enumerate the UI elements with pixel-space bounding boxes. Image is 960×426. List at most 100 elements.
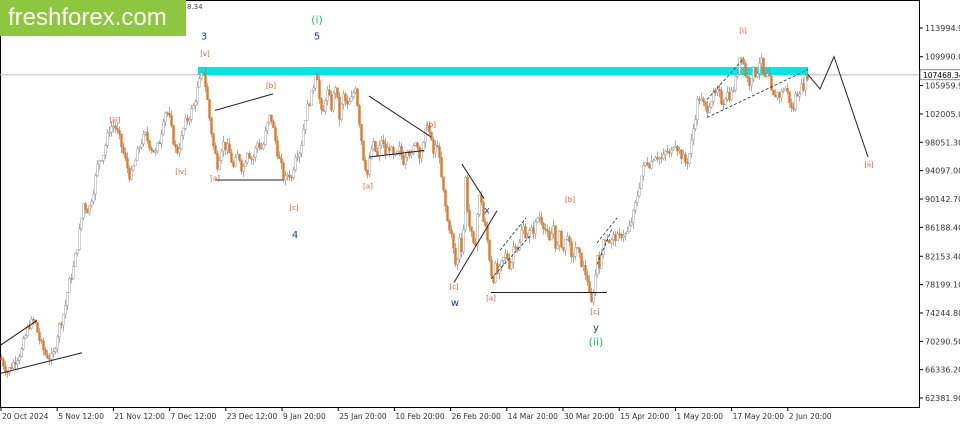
wave-red-label: [b]: [426, 121, 436, 129]
candle-body: [592, 292, 595, 302]
candle-body: [652, 159, 655, 162]
candle-body: [646, 162, 649, 165]
candle-body: [604, 239, 607, 242]
candle-body: [518, 242, 521, 251]
candle-body: [196, 86, 199, 103]
candle-body: [788, 91, 791, 104]
candle-body: [118, 130, 121, 135]
candle-body: [730, 90, 733, 101]
candle-body: [364, 160, 367, 171]
candle-body: [400, 146, 403, 156]
candle-body: [60, 323, 63, 326]
candle-body: [524, 226, 527, 239]
x-axis-tick-label: 9 Jan 20:00: [283, 412, 326, 421]
candle-body: [302, 129, 305, 146]
candle-body: [106, 132, 109, 146]
candle-body: [432, 139, 435, 154]
candle-body: [298, 152, 301, 158]
chart-area: [iii] [iv] [v] [a] [b] [c] [a] [b] [c] [a] [b] [c] […: [0, 0, 960, 422]
candle-body: [28, 326, 31, 330]
candle-body: [274, 127, 277, 142]
y-axis-tick-label: 62381.90: [925, 394, 960, 403]
candle-body: [290, 176, 293, 179]
candle-body: [682, 154, 685, 160]
candle-body: [746, 75, 749, 79]
candle-body: [450, 229, 453, 234]
candle-body: [194, 101, 197, 106]
candle-body: [122, 146, 125, 154]
candle-body: [204, 73, 207, 88]
candle-body: [328, 89, 331, 96]
candle-body: [382, 140, 385, 144]
candle-body: [536, 218, 539, 223]
candle-body: [200, 72, 203, 79]
candle-body: [384, 143, 387, 155]
candle-body: [236, 154, 239, 158]
candle-body: [662, 154, 665, 159]
candle-body: [102, 155, 105, 161]
candle-body: [378, 144, 381, 156]
candle-body: [448, 220, 451, 231]
candle-body: [666, 150, 669, 153]
forecast-projection-line: [807, 55, 869, 158]
wave-channel-dashed-line: [706, 59, 743, 100]
candle-body: [776, 92, 779, 98]
candle-body: [214, 145, 217, 154]
candle-body: [24, 335, 27, 339]
candle-body: [120, 133, 123, 148]
x-axis-tick-label: 7 Dec 12:00: [171, 412, 217, 421]
candle-body: [360, 124, 363, 141]
candle-body: [244, 162, 247, 167]
candle-body: [686, 162, 689, 164]
candle-body: [178, 148, 181, 154]
candle-body: [184, 118, 187, 129]
candle-body: [722, 103, 725, 105]
candle-body: [740, 57, 743, 60]
candle-body: [270, 114, 273, 122]
x-axis-tick-label: 1 May 20:00: [676, 412, 723, 421]
candle-body: [786, 87, 789, 92]
candle-body: [734, 76, 737, 91]
candle-body: [6, 371, 9, 374]
candle-body: [678, 149, 681, 152]
candle-body: [742, 58, 745, 64]
candle-body: [748, 77, 751, 86]
candle-body: [312, 87, 315, 91]
candle-body: [14, 362, 17, 365]
candle-body: [402, 155, 405, 165]
candle-body: [66, 292, 69, 306]
candle-body: [100, 160, 103, 162]
wave-structure-line: [0, 320, 38, 346]
candle-body: [300, 145, 303, 154]
candle-body: [782, 89, 785, 92]
x-axis-tick-label: 15 Apr 20:00: [620, 412, 669, 421]
candle-body: [600, 254, 603, 269]
wave-red-label: [c]: [289, 204, 299, 212]
candle-body: [338, 96, 341, 120]
y-axis-tick-label: 70290.50: [925, 337, 960, 346]
candle-body: [438, 146, 441, 158]
y-axis-tick-label: 86188.40: [925, 223, 960, 232]
wave-blue-label: w: [451, 298, 459, 309]
candle-body: [90, 201, 93, 206]
wave-blue-label: 4: [292, 230, 298, 241]
x-axis-tick-label: 5 Nov 12:00: [58, 412, 104, 421]
candle-body: [642, 165, 645, 177]
candle-body: [18, 356, 21, 361]
candle-body: [380, 140, 383, 146]
candle-body: [766, 73, 769, 77]
candle-body: [64, 305, 67, 315]
candle-body: [276, 140, 279, 157]
candle-body: [20, 348, 23, 357]
candle-body: [134, 160, 137, 167]
candle-body: [224, 141, 227, 150]
candle-body: [336, 87, 339, 98]
wave-red-label: [b]: [266, 82, 276, 90]
candle-body: [308, 103, 311, 106]
candle-body: [544, 228, 547, 231]
candle-body: [770, 75, 773, 91]
wave-red-label: [c]: [590, 308, 600, 316]
y-axis-tick-label: 98051.30: [925, 138, 960, 147]
candle-body: [232, 162, 235, 167]
candle-body: [578, 248, 581, 254]
